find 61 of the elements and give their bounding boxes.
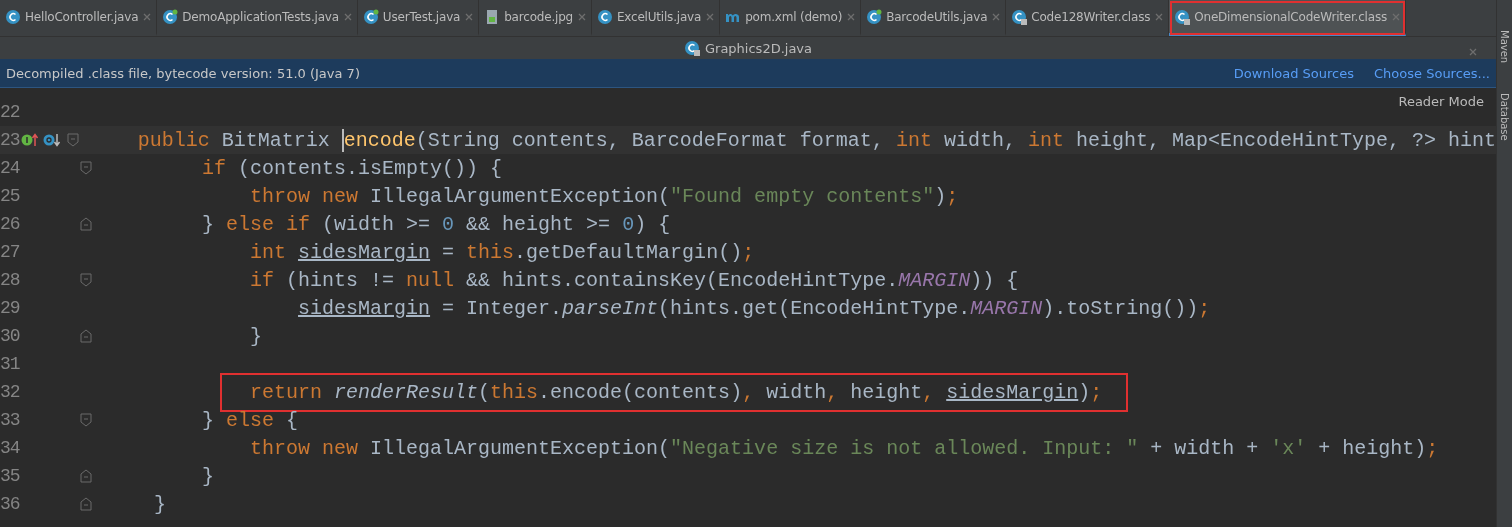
decompiled-notice: Decompiled .class file, bytecode version: 51.0 (Java 7) bbox=[6, 65, 361, 81]
line-number: 22 bbox=[0, 102, 21, 122]
tool-window-tab[interactable]: Maven bbox=[1499, 30, 1510, 64]
code-line: } bbox=[154, 492, 166, 516]
fold-icon[interactable] bbox=[80, 273, 92, 287]
class-icon bbox=[683, 40, 700, 56]
line-number: 24 bbox=[0, 158, 21, 178]
line-number: 36 bbox=[0, 494, 21, 514]
code-line: throw new IllegalArgumentException("Negative size is not allowed. Input: " + width + 'x' + height); bbox=[250, 436, 1439, 460]
fold-icon[interactable] bbox=[80, 217, 92, 231]
fold-icon[interactable] bbox=[80, 413, 92, 427]
code-line: public BitMatrix encode(String contents, BarcodeFormat format, int width, int height, Map<EncodeHintType, ?> hint bbox=[137, 128, 1496, 152]
code-line: sidesMargin = Integer.parseInt(hints.get(EncodeHintType.MARGIN).toString()); bbox=[298, 296, 1211, 320]
code-line: } bbox=[250, 324, 263, 348]
class-icon bbox=[162, 8, 179, 25]
class-icon bbox=[596, 8, 613, 25]
class-icon bbox=[866, 8, 883, 25]
close-icon[interactable] bbox=[705, 11, 716, 22]
class-icon bbox=[362, 8, 379, 25]
code-line: if (contents.isEmpty()) { bbox=[202, 156, 503, 180]
banner-link[interactable]: Download Sources bbox=[1233, 65, 1355, 81]
close-icon[interactable] bbox=[991, 11, 1002, 22]
close-icon[interactable] bbox=[142, 11, 153, 22]
editor-tab[interactable]: OneDimensionalCodeWriter.class bbox=[1169, 0, 1406, 36]
code-line: throw new IllegalArgumentException("Found empty contents"); bbox=[250, 184, 959, 208]
close-icon[interactable] bbox=[576, 11, 587, 22]
code-line: if (hints != null && hints.containsKey(EncodeHintType.MARGIN)) { bbox=[250, 268, 1019, 292]
code-line: } bbox=[202, 464, 215, 488]
line-number: 23 bbox=[0, 130, 21, 150]
close-icon[interactable] bbox=[342, 11, 353, 22]
code-line-highlight: return renderResult(this.encode(contents), width, height, sidesMargin); bbox=[220, 372, 1129, 412]
fold-icon[interactable] bbox=[80, 469, 92, 483]
line-number: 34 bbox=[0, 438, 21, 458]
fold-icon[interactable] bbox=[80, 497, 92, 511]
reader-mode-link[interactable]: Reader Mode bbox=[1398, 94, 1484, 109]
close-icon[interactable] bbox=[846, 11, 857, 22]
fold-icon[interactable] bbox=[66, 133, 79, 147]
banner-link[interactable]: Choose Sources... bbox=[1374, 65, 1490, 81]
close-icon[interactable] bbox=[464, 11, 475, 22]
line-number: 27 bbox=[0, 242, 21, 262]
editor-tab[interactable]: Graphics2D.java bbox=[683, 40, 813, 56]
line-number: 32 bbox=[0, 382, 21, 402]
close-icon[interactable] bbox=[1391, 11, 1401, 22]
class-icon bbox=[5, 8, 21, 25]
line-number: 33 bbox=[0, 410, 21, 430]
line-number: 28 bbox=[0, 270, 21, 290]
tool-window-tab[interactable]: Database bbox=[1499, 93, 1510, 141]
fold-icon[interactable] bbox=[80, 161, 92, 175]
class-icon bbox=[1011, 8, 1028, 25]
code-line: int sidesMargin = this.getDefaultMargin(); bbox=[250, 240, 755, 264]
line-number: 35 bbox=[0, 466, 21, 486]
line-number: 30 bbox=[0, 326, 21, 346]
line-number: 29 bbox=[0, 298, 21, 318]
fold-icon[interactable] bbox=[80, 329, 92, 343]
line-number: 31 bbox=[0, 354, 21, 374]
close-icon[interactable] bbox=[1154, 11, 1165, 22]
close-icon[interactable] bbox=[1468, 47, 1478, 57]
line-number: 25 bbox=[0, 186, 21, 206]
line-number: 26 bbox=[0, 214, 21, 234]
code-line: } else if (width >= 0 && height >= 0) { bbox=[202, 212, 671, 236]
class-icon bbox=[1174, 8, 1191, 25]
